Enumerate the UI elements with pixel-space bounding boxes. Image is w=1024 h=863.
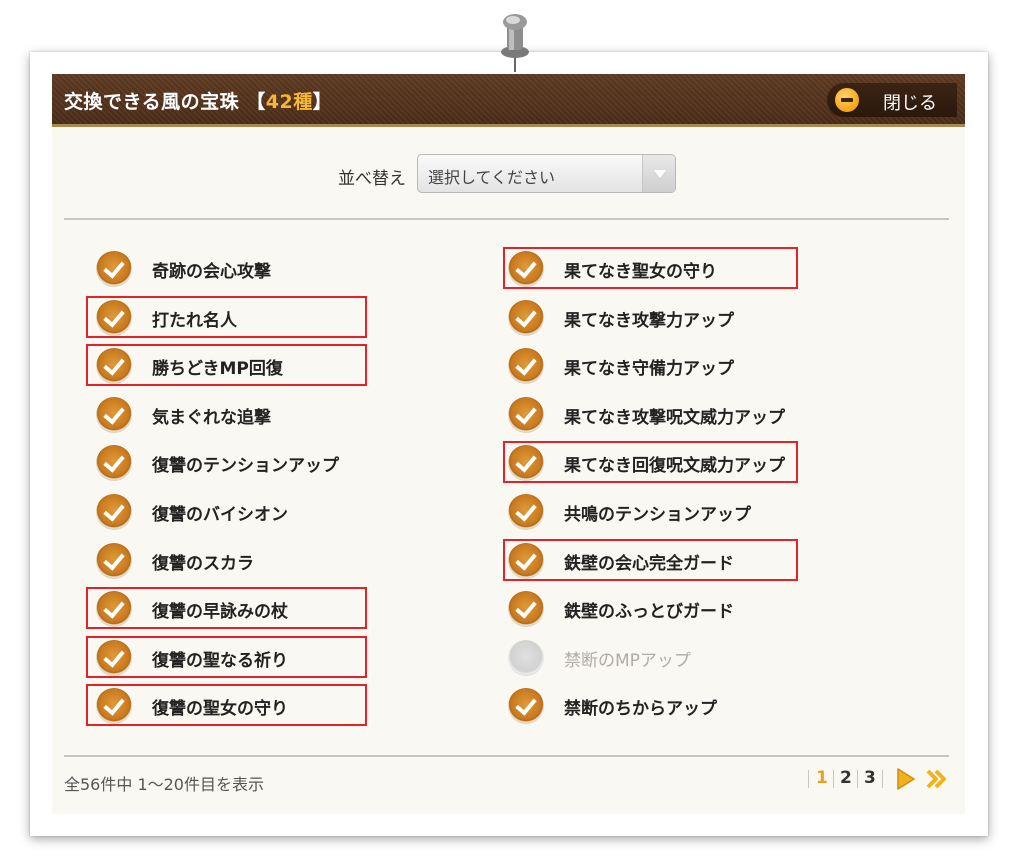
orb-list-item[interactable]: 復讐のテンションアップ xyxy=(96,445,396,481)
dialog-title: 交換できる風の宝珠 【42種】 xyxy=(64,87,332,114)
orb-item-label: 鉄壁のふっとびガード xyxy=(564,602,734,622)
unchecked-circle-icon xyxy=(508,640,544,676)
orb-item-label: 気まぐれな追撃 xyxy=(152,408,271,428)
check-circle-icon xyxy=(508,494,544,530)
highlight-box xyxy=(503,441,798,483)
orb-item-label: 果てなき守備力アップ xyxy=(564,359,734,379)
close-button-label: 閉じる xyxy=(883,93,937,114)
check-circle-icon xyxy=(508,300,544,336)
orb-item-label: 果てなき攻撃呪文威力アップ xyxy=(564,408,785,428)
sort-label: 並べ替え xyxy=(338,169,406,189)
orb-list-item[interactable]: 果てなき攻撃力アップ xyxy=(508,300,808,336)
highlight-box xyxy=(86,296,367,338)
orb-item-label: 共鳴のテンションアップ xyxy=(564,505,751,525)
check-circle-icon xyxy=(508,348,544,384)
last-page-icon[interactable] xyxy=(926,769,950,789)
title-text: 交換できる風の宝珠 xyxy=(64,91,240,113)
orb-item-label: 復讐のバイシオン xyxy=(152,505,288,525)
title-count: 42種 xyxy=(265,91,313,113)
chevron-down-icon xyxy=(642,155,675,192)
orb-list-item[interactable]: 共鳴のテンションアップ xyxy=(508,494,808,530)
highlight-box xyxy=(503,247,798,289)
highlight-box xyxy=(86,684,367,726)
minus-circle-icon xyxy=(835,88,859,112)
highlight-box xyxy=(86,344,367,386)
orb-list-item[interactable]: 禁断のちからアップ xyxy=(508,688,808,724)
check-circle-icon xyxy=(96,543,132,579)
page-separator xyxy=(857,770,858,788)
check-circle-icon xyxy=(96,494,132,530)
check-circle-icon xyxy=(96,251,132,287)
orb-list-item[interactable]: 鉄壁のふっとびガード xyxy=(508,591,808,627)
sort-select[interactable]: 選択してください xyxy=(417,154,676,193)
orb-item-label: 復讐のテンションアップ xyxy=(152,456,339,476)
check-circle-icon xyxy=(508,397,544,433)
page-link-1[interactable]: 1 xyxy=(816,768,828,788)
sort-select-value: 選択してください xyxy=(428,168,556,187)
orb-item-label: 果てなき攻撃力アップ xyxy=(564,311,734,331)
divider-bottom xyxy=(64,755,949,757)
divider-top xyxy=(64,218,949,220)
orb-list-item[interactable]: 果てなき守備力アップ xyxy=(508,348,808,384)
dialog-header: 交換できる風の宝珠 【42種】 閉じる xyxy=(52,74,965,127)
orb-list-item[interactable]: 奇跡の会心攻撃 xyxy=(96,251,396,287)
page-separator xyxy=(833,770,834,788)
check-circle-icon xyxy=(508,591,544,627)
orb-list-item[interactable]: 復讐のバイシオン xyxy=(96,494,396,530)
orb-list-item[interactable]: 禁断のMPアップ xyxy=(508,640,808,676)
orb-item-label: 禁断のMPアップ xyxy=(564,651,691,671)
page-separator xyxy=(808,770,809,788)
check-circle-icon xyxy=(96,397,132,433)
pushpin-icon xyxy=(501,14,529,72)
check-circle-icon xyxy=(508,688,544,724)
next-page-icon[interactable] xyxy=(895,767,917,791)
orb-item-label: 復讐のスカラ xyxy=(152,554,254,574)
check-circle-icon xyxy=(96,445,132,481)
result-summary: 全56件中 1〜20件目を表示 xyxy=(64,775,264,794)
page-link-2[interactable]: 2 xyxy=(840,768,852,788)
page-separator xyxy=(882,770,883,788)
highlight-box xyxy=(503,539,798,581)
orb-list-item[interactable]: 果てなき攻撃呪文威力アップ xyxy=(508,397,808,433)
close-button[interactable]: 閉じる xyxy=(827,83,957,117)
title-bracket-open: 【 xyxy=(246,91,266,113)
orb-item-label: 奇跡の会心攻撃 xyxy=(152,262,271,282)
exchange-dialog: 交換できる風の宝珠 【42種】 閉じる 並べ替え 選択してください 奇跡の会心攻… xyxy=(52,74,965,814)
title-bracket-close: 】 xyxy=(312,91,333,113)
page-link-3[interactable]: 3 xyxy=(864,768,876,788)
orb-item-label: 禁断のちからアップ xyxy=(564,699,717,719)
orb-list-item[interactable]: 復讐のスカラ xyxy=(96,543,396,579)
orb-list-item[interactable]: 気まぐれな追撃 xyxy=(96,397,396,433)
highlight-box xyxy=(86,636,367,678)
highlight-box xyxy=(86,587,367,629)
